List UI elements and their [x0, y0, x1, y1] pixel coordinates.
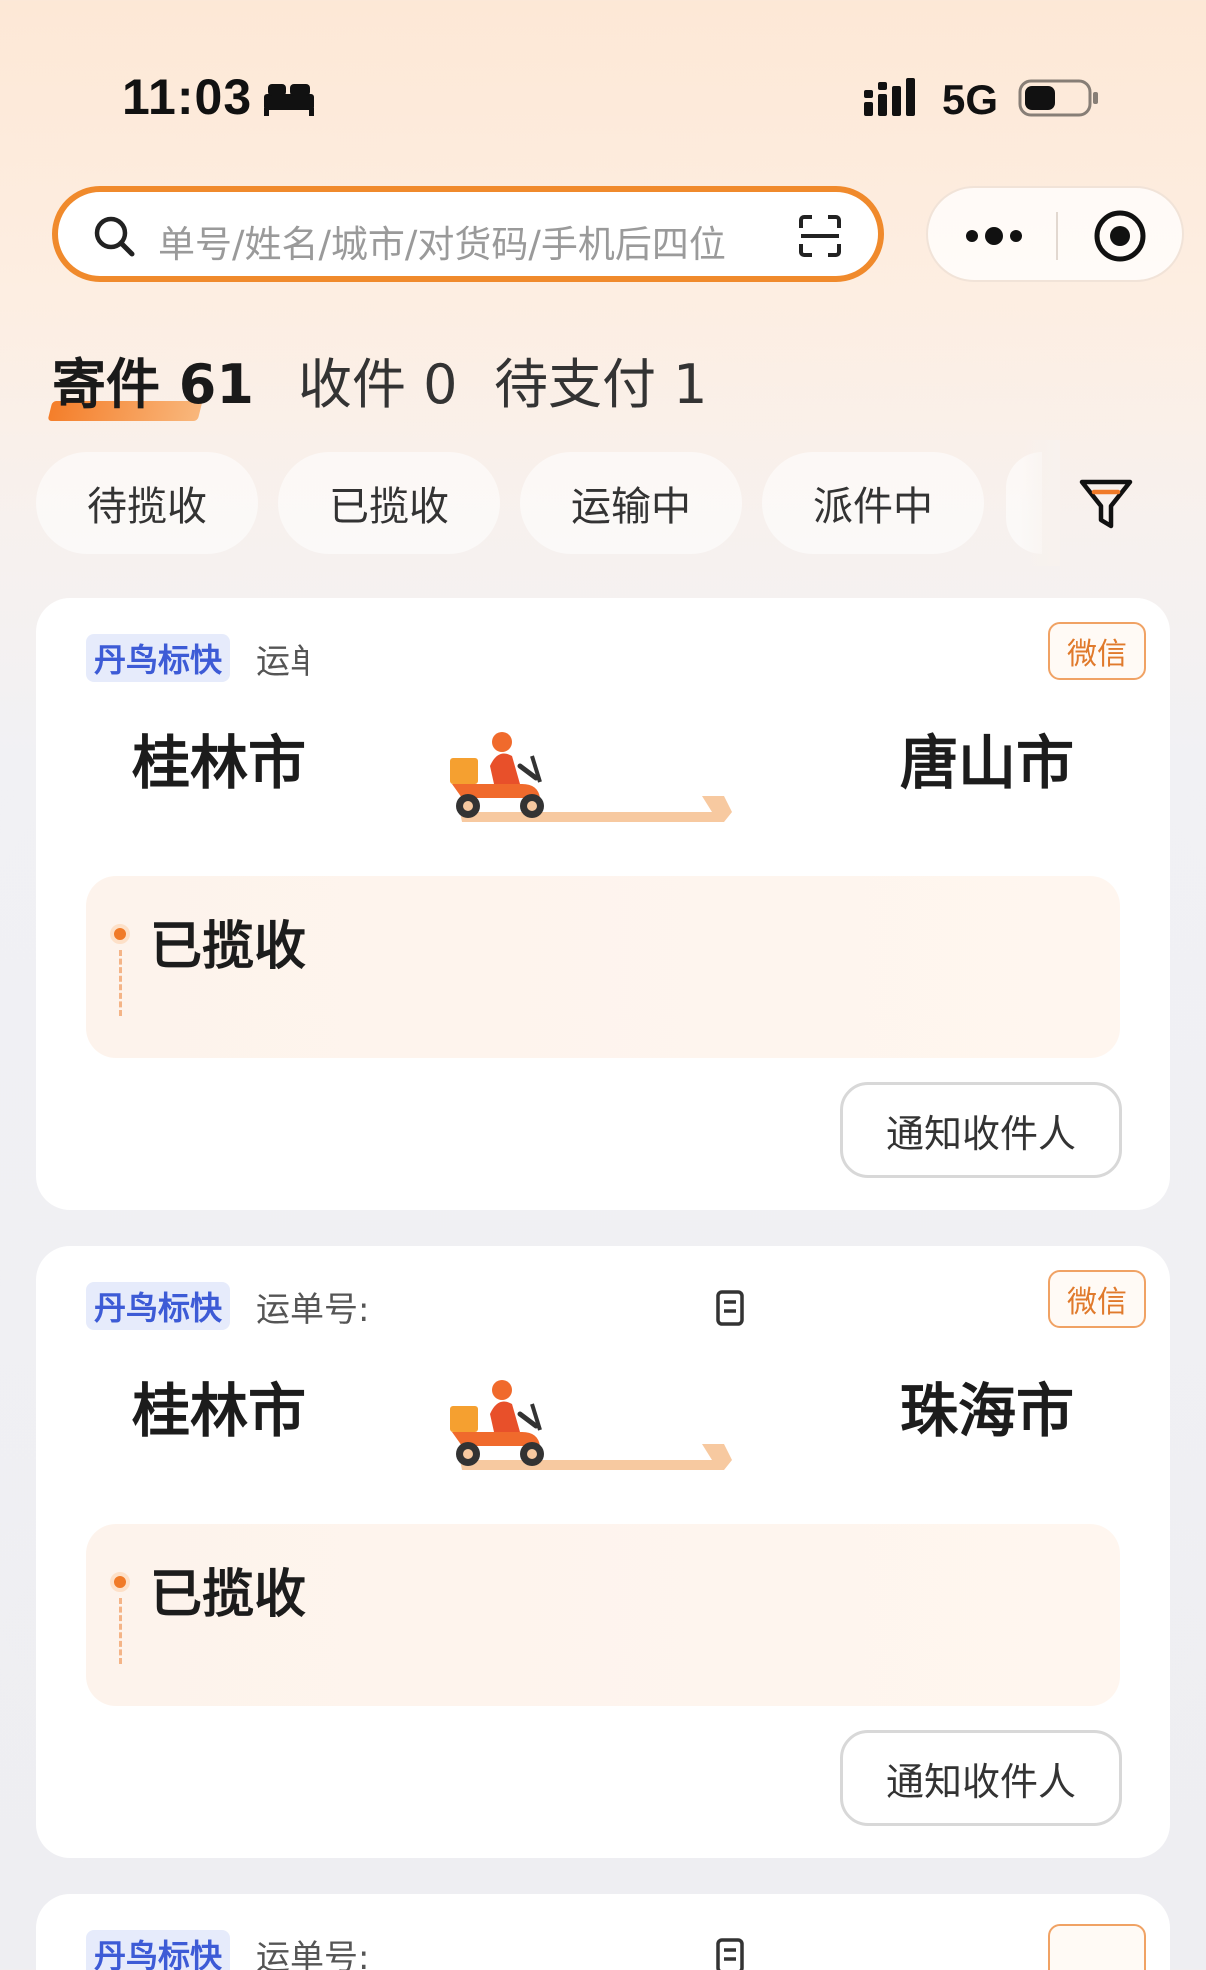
destination-city: 唐山市 — [900, 729, 1075, 797]
copy-icon[interactable] — [708, 1934, 752, 1970]
shipment-card[interactable]: 丹鸟标快 运单号: 微信 桂林市 珠海市 已揽收 通知收件人 — [36, 1246, 1170, 1858]
copy-icon[interactable] — [708, 1286, 752, 1330]
status-bar: 11:03 5G — [0, 0, 1206, 150]
source-tag: 微信 — [1048, 622, 1146, 680]
network-label: 5G — [942, 76, 999, 123]
shipment-card[interactable]: 丹鸟标快 运单号: — [36, 1894, 1170, 1970]
target-icon[interactable] — [1092, 208, 1148, 264]
mini-program-capsule — [926, 186, 1184, 282]
destination-city: 珠海市 — [900, 1377, 1075, 1445]
filter-icon[interactable] — [1078, 476, 1134, 532]
origin-city: 桂林市 — [132, 729, 307, 797]
carrier-badge: 丹鸟标快 — [86, 634, 231, 682]
filter-chip-in-transit[interactable]: 运输中 — [520, 452, 742, 554]
search-input[interactable]: 单号/姓名/城市/对货码/手机后四位 — [158, 214, 808, 268]
shipment-status: 已揽收 — [150, 917, 307, 977]
carrier-badge: 丹鸟标快 — [86, 1282, 231, 1330]
capsule-divider — [1056, 212, 1058, 260]
scan-icon[interactable] — [798, 214, 842, 258]
carrier-badge: 丹鸟标快 — [86, 1930, 231, 1970]
signal-icon — [864, 78, 915, 116]
more-icon[interactable] — [964, 218, 1024, 254]
notify-recipient-button[interactable]: 通知收件人 — [840, 1730, 1122, 1826]
tab-send-label: 寄件 61 — [52, 353, 254, 416]
waybill-label: 运单号: — [256, 1290, 370, 1330]
tab-receive-label: 收件 0 — [298, 353, 458, 416]
battery-icon — [1018, 79, 1098, 117]
search-bar[interactable]: 单号/姓名/城市/对货码/手机后四位 — [52, 186, 884, 282]
filter-chip-delivering[interactable]: 派件中 — [762, 452, 984, 554]
filter-chip-pending-pickup[interactable]: 待揽收 — [36, 452, 258, 554]
status-dot — [110, 924, 130, 944]
source-tag: 微信 — [1048, 1270, 1146, 1328]
bed-icon — [264, 84, 314, 116]
status-timeline — [119, 950, 122, 1016]
tracking-panel[interactable]: 已揽收 — [86, 876, 1120, 1058]
shipment-status: 已揽收 — [150, 1565, 307, 1625]
tracking-panel[interactable]: 已揽收 — [86, 1524, 1120, 1706]
filter-chip-picked-up[interactable]: 已揽收 — [278, 452, 500, 554]
origin-city: 桂林市 — [132, 1377, 307, 1445]
courier-scooter-icon — [450, 1380, 732, 1470]
shipment-card[interactable]: 丹鸟标快 运单号 微信 桂林市 唐山市 已揽收 通知收件人 — [36, 598, 1170, 1210]
waybill-redaction — [308, 628, 738, 688]
tab-to-pay-label: 待支付 1 — [494, 353, 708, 416]
tab-send[interactable]: 寄件 61 — [47, 340, 254, 421]
waybill-redaction — [372, 1276, 702, 1336]
status-dot — [110, 1572, 130, 1592]
chips-fade — [1020, 440, 1060, 566]
tab-to-pay[interactable]: 待支付 1 — [494, 340, 708, 419]
waybill-label: 运单号: — [256, 1938, 370, 1970]
source-tag — [1048, 1924, 1146, 1970]
status-time: 11:03 — [122, 69, 253, 125]
notify-recipient-button[interactable]: 通知收件人 — [840, 1082, 1122, 1178]
search-icon — [94, 216, 135, 257]
waybill-redaction — [372, 1924, 692, 1970]
courier-scooter-icon — [450, 732, 732, 822]
tab-receive[interactable]: 收件 0 — [298, 340, 458, 419]
status-timeline — [119, 1598, 122, 1664]
